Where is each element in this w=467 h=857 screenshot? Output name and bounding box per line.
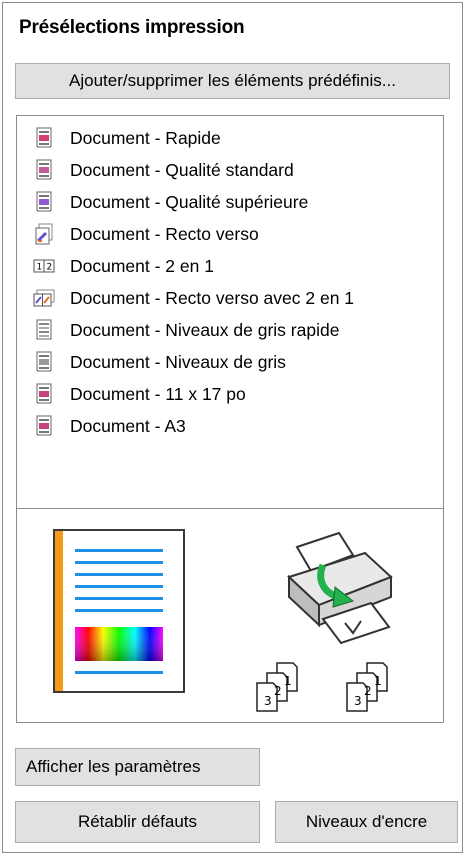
show-settings-button[interactable]: Afficher les paramètres xyxy=(15,748,260,786)
preset-item[interactable]: Document - Recto verso avec 2 en 1 xyxy=(33,284,354,312)
doc-standard-icon xyxy=(36,159,52,180)
collate-page-number: 1 xyxy=(374,674,382,688)
collate-page-number: 1 xyxy=(284,674,292,688)
preset-item[interactable]: Document - Niveaux de gris xyxy=(33,348,286,376)
preset-label: Document - Recto verso avec 2 en 1 xyxy=(70,287,355,308)
collate-page-number: 2 xyxy=(274,684,282,698)
add-remove-presets-button[interactable]: Ajouter/supprimer les éléments prédéfini… xyxy=(15,63,450,99)
preset-item[interactable]: Document - A3 xyxy=(33,412,186,440)
preset-item[interactable]: Document - 11 x 17 po xyxy=(33,380,246,408)
collate-page-number: 2 xyxy=(364,684,372,698)
doc-fast-icon xyxy=(36,127,52,148)
preset-label: Document - Recto verso xyxy=(70,223,259,244)
preset-label: Document - Qualité standard xyxy=(70,159,294,180)
preset-label: Document - Rapide xyxy=(70,127,221,148)
reset-defaults-button[interactable]: Rétablir défauts xyxy=(15,801,260,843)
presets-list[interactable]: Document - Rapide Document - Qualité sta… xyxy=(16,115,444,508)
page-preview xyxy=(53,529,185,693)
preset-item[interactable]: Document - Qualité standard xyxy=(33,156,294,184)
preset-label: Document - A3 xyxy=(70,415,186,436)
collate-page-number: 3 xyxy=(264,694,272,708)
preset-label: Document - Niveaux de gris rapide xyxy=(70,319,340,340)
print-preview-area: 3 2 1 3 2 1 xyxy=(16,508,444,723)
grayscale-fast-icon xyxy=(36,319,52,340)
printer-icon xyxy=(287,531,393,645)
duplex-two-up-icon xyxy=(33,289,55,307)
preset-label: Document - 11 x 17 po xyxy=(70,383,246,404)
collate-icon: 3 2 1 xyxy=(256,662,298,712)
two-up-icon: 1 2 xyxy=(33,259,55,273)
preset-label: Document - 2 en 1 xyxy=(70,255,214,276)
preset-item[interactable]: Document - Niveaux de gris rapide xyxy=(33,316,339,344)
preset-item[interactable]: Document - Recto verso xyxy=(33,220,259,248)
grayscale-icon xyxy=(36,351,52,372)
preset-item[interactable]: 1 2 Document - 2 en 1 xyxy=(33,252,214,280)
doc-11x17-icon xyxy=(36,383,52,404)
panel-title: Présélections impression xyxy=(19,17,245,38)
collate-page-number: 3 xyxy=(354,694,362,708)
doc-duplex-icon xyxy=(35,223,53,245)
doc-high-quality-icon xyxy=(36,191,52,212)
preset-label: Document - Niveaux de gris xyxy=(70,351,286,372)
svg-text:1: 1 xyxy=(37,263,43,273)
svg-text:2: 2 xyxy=(47,263,53,273)
preset-label: Document - Qualité supérieure xyxy=(70,191,309,212)
print-presets-panel: Présélections impression Ajouter/supprim… xyxy=(2,2,463,853)
ink-levels-button[interactable]: Niveaux d'encre xyxy=(275,801,458,843)
collate-icon: 3 2 1 xyxy=(346,662,388,712)
doc-a3-icon xyxy=(36,415,52,436)
preset-item[interactable]: Document - Qualité supérieure xyxy=(33,188,308,216)
preset-item[interactable]: Document - Rapide xyxy=(33,124,221,152)
